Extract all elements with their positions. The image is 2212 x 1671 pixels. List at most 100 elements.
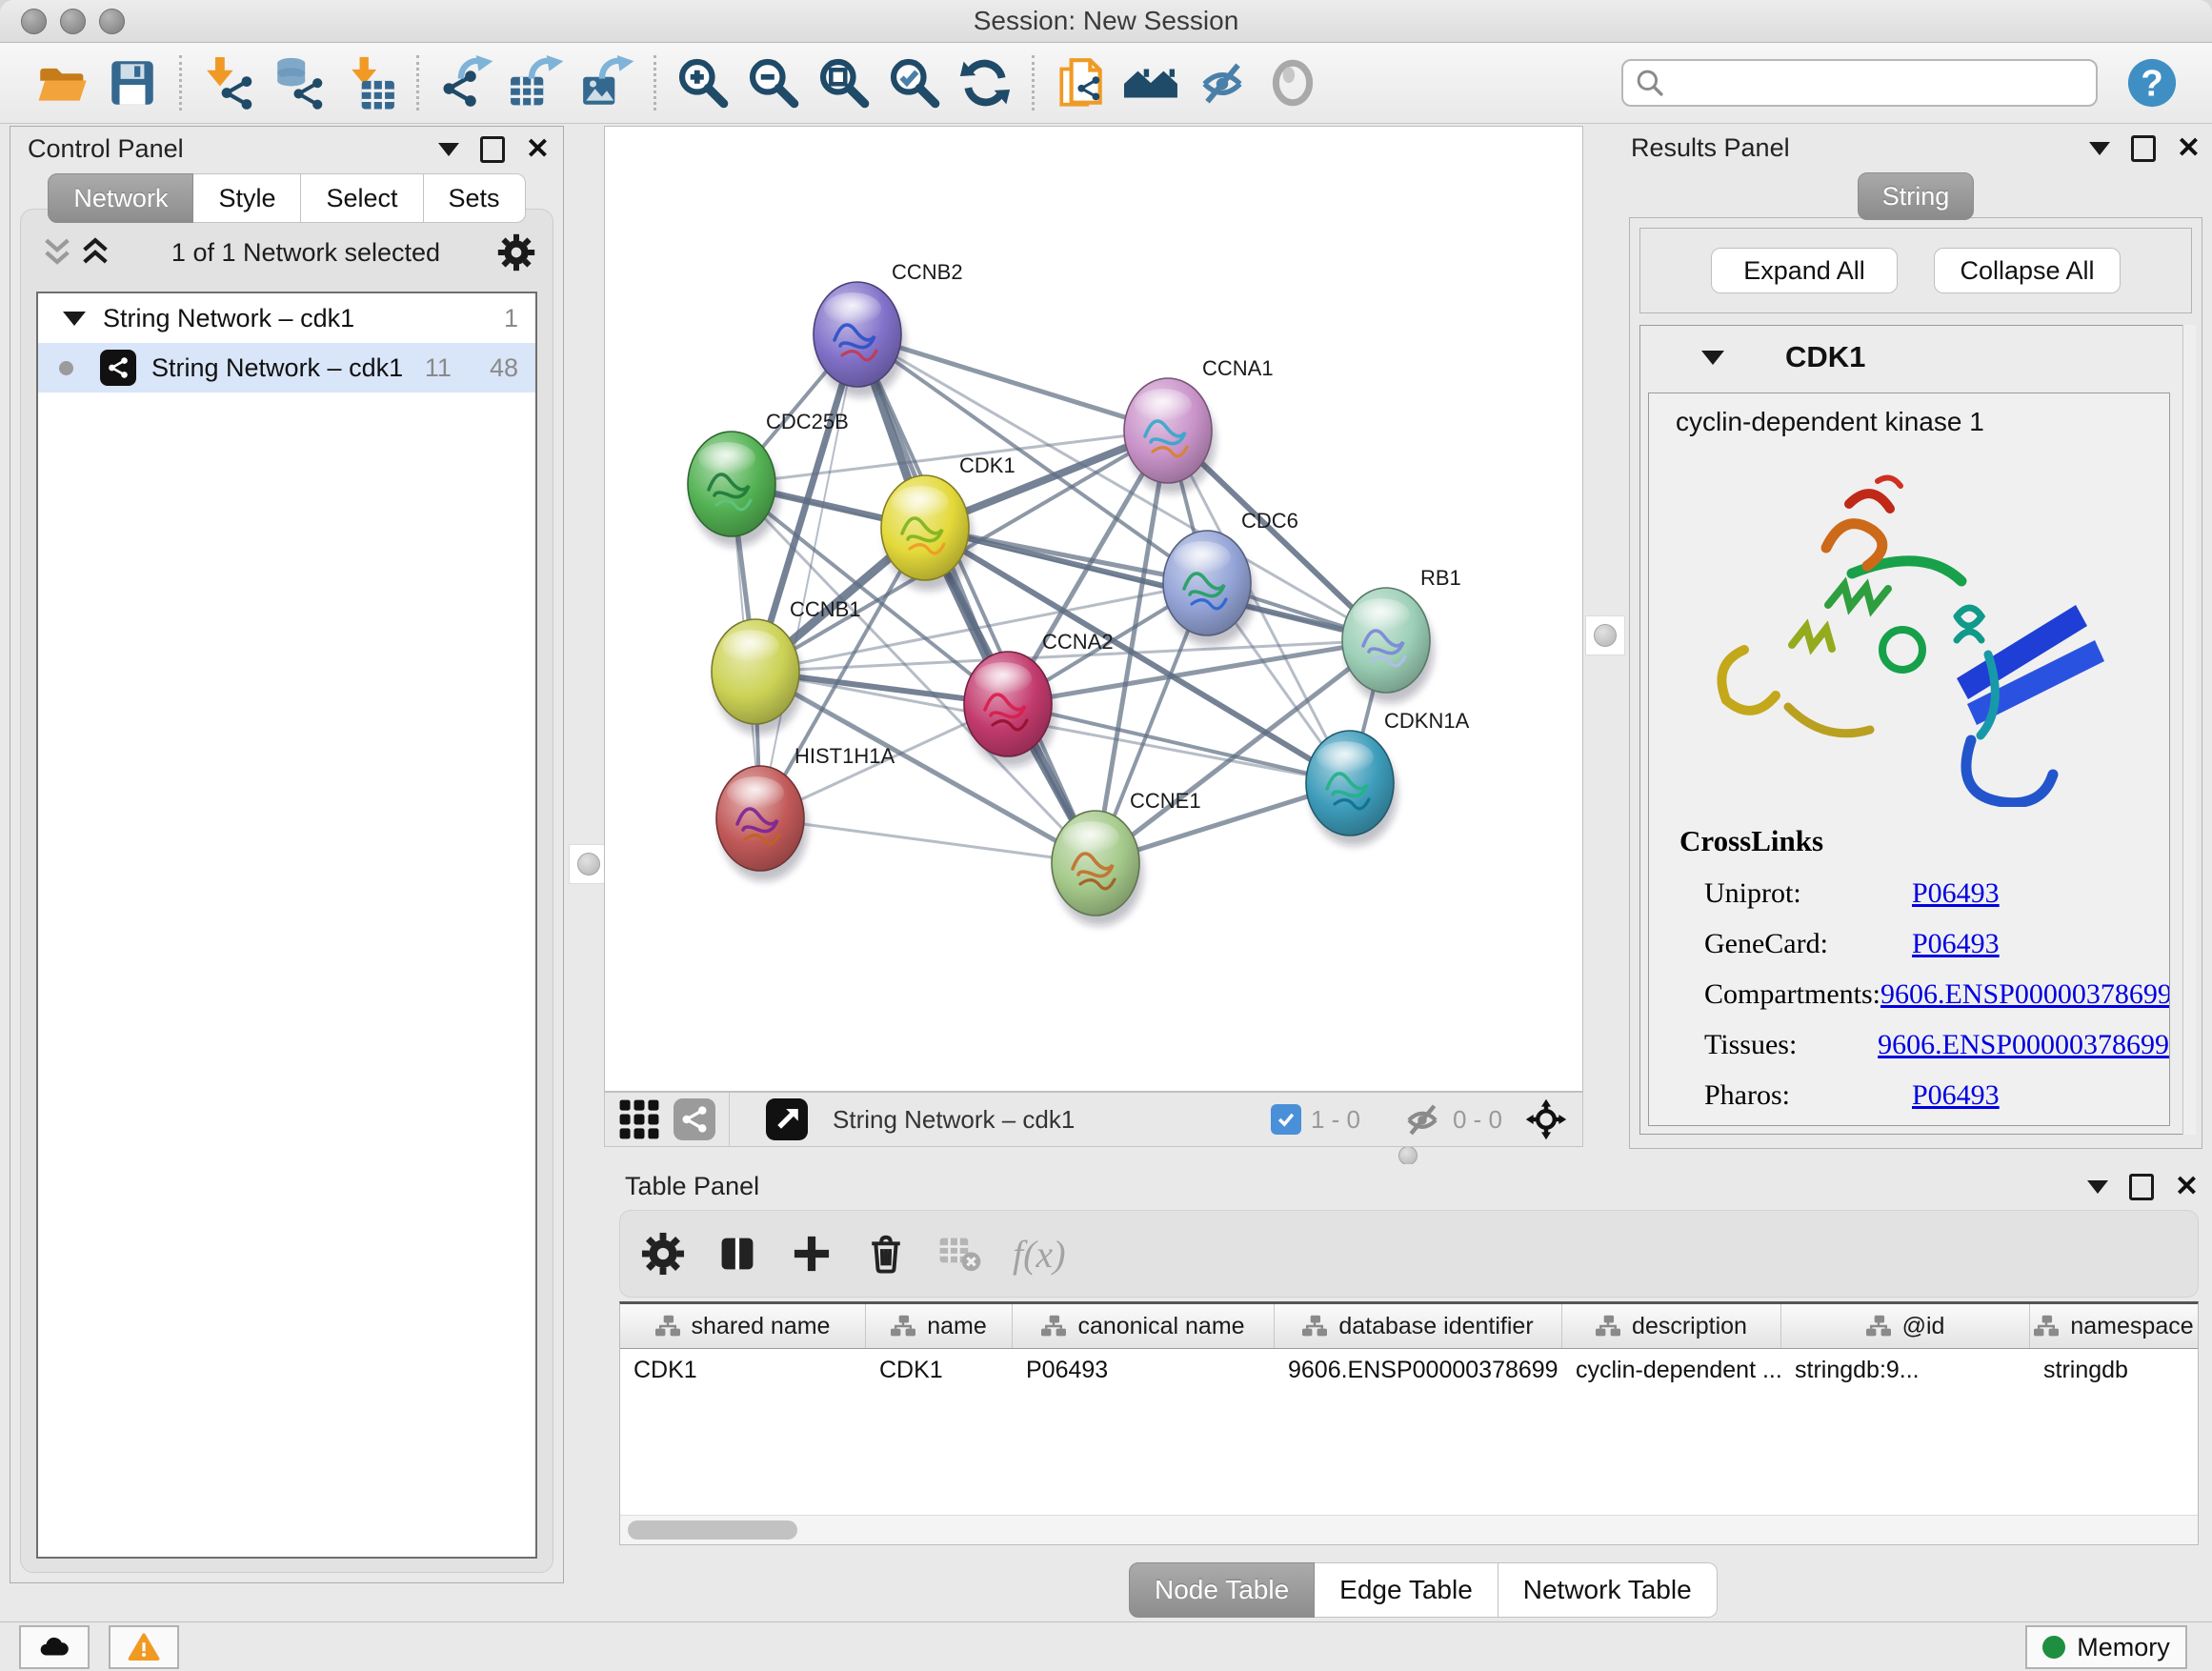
export-table-button[interactable] bbox=[501, 49, 572, 117]
network-row[interactable]: String Network – cdk1 11 48 bbox=[38, 343, 535, 393]
node-result-section: CDK1 cyclin-dependent kinase 1 bbox=[1639, 325, 2192, 1135]
right-divider-grip[interactable] bbox=[1585, 615, 1625, 655]
crosslink-row: Pharos: P06493 bbox=[1679, 1070, 2169, 1120]
network-graph[interactable] bbox=[605, 127, 1582, 1091]
crosslink-link[interactable]: P06493 bbox=[1912, 918, 2000, 969]
crosslink-link[interactable]: 9606.ENSP00000378699 bbox=[1880, 969, 2170, 1019]
export-image-icon bbox=[579, 55, 634, 111]
network-edge[interactable] bbox=[857, 334, 1096, 863]
network-node-count: 11 bbox=[425, 353, 452, 383]
zoom-selected-icon bbox=[887, 55, 942, 111]
network-edge[interactable] bbox=[760, 818, 1096, 863]
tab-network-table[interactable]: Network Table bbox=[1498, 1562, 1718, 1618]
tab-style[interactable]: Style bbox=[193, 173, 301, 223]
save-icon bbox=[105, 55, 160, 111]
collapse-all-button[interactable]: Collapse All bbox=[1934, 248, 2121, 293]
table-panel-menu-icon[interactable] bbox=[2087, 1180, 2108, 1194]
import-network-database-button[interactable] bbox=[264, 49, 334, 117]
expand-all-icon[interactable] bbox=[76, 236, 114, 269]
save-session-button[interactable] bbox=[97, 49, 168, 117]
tab-string[interactable]: String bbox=[1858, 172, 1974, 220]
memory-button[interactable]: Memory bbox=[2025, 1625, 2187, 1669]
zoom-out-button[interactable] bbox=[738, 49, 809, 117]
horizontal-divider-grip[interactable] bbox=[1387, 1145, 1429, 1166]
crosshair-icon[interactable] bbox=[1525, 1098, 1567, 1140]
control-panel-menu-icon[interactable] bbox=[438, 143, 459, 156]
left-divider-grip[interactable] bbox=[569, 844, 609, 884]
zoom-in-button[interactable] bbox=[668, 49, 738, 117]
network-options-gear-icon[interactable] bbox=[497, 233, 535, 272]
column-header[interactable]: @id bbox=[1781, 1304, 2030, 1348]
table-options-gear-icon[interactable] bbox=[641, 1232, 685, 1276]
column-header[interactable]: description bbox=[1562, 1304, 1781, 1348]
crosslink-link[interactable]: 9606.ENSP00000378699 bbox=[1878, 1019, 2169, 1070]
results-scrollbar[interactable] bbox=[2182, 325, 2196, 1135]
control-panel-float-icon[interactable] bbox=[480, 136, 505, 163]
collapse-all-icon[interactable] bbox=[38, 236, 76, 269]
results-panel-menu-icon[interactable] bbox=[2089, 142, 2110, 155]
tab-sets[interactable]: Sets bbox=[424, 173, 526, 223]
tab-node-table[interactable]: Node Table bbox=[1129, 1562, 1315, 1618]
open-folder-icon bbox=[34, 55, 90, 111]
scrollbar-thumb[interactable] bbox=[628, 1520, 797, 1540]
warnings-button[interactable] bbox=[109, 1625, 179, 1669]
zoom-fit-button[interactable] bbox=[809, 49, 879, 117]
column-header[interactable]: canonical name bbox=[1013, 1304, 1275, 1348]
houses-button[interactable] bbox=[1116, 49, 1187, 117]
separator bbox=[729, 1093, 730, 1146]
delete-column-trash-icon[interactable] bbox=[864, 1232, 908, 1276]
collection-label: String Network – cdk1 bbox=[103, 304, 354, 333]
results-panel-close-icon[interactable]: ✕ bbox=[2177, 138, 2201, 159]
network-view-icon[interactable] bbox=[674, 1098, 715, 1140]
tab-network[interactable]: Network bbox=[48, 173, 193, 223]
node-label-cdkn1a: CDKN1A bbox=[1384, 709, 1469, 734]
show-columns-icon[interactable] bbox=[715, 1232, 759, 1276]
node-label-ccna1: CCNA1 bbox=[1202, 356, 1274, 381]
tab-select[interactable]: Select bbox=[301, 173, 423, 223]
control-panel-close-icon[interactable]: ✕ bbox=[526, 139, 550, 160]
network-collection-row[interactable]: String Network – cdk1 1 bbox=[38, 293, 535, 343]
help-button[interactable]: ? bbox=[2126, 57, 2178, 109]
table-panel-close-icon[interactable]: ✕ bbox=[2175, 1177, 2199, 1198]
control-panel-title: Control Panel bbox=[28, 134, 184, 164]
table-horizontal-scrollbar[interactable] bbox=[620, 1515, 2198, 1544]
network-from-selection-button[interactable] bbox=[1046, 49, 1116, 117]
export-image-button[interactable] bbox=[572, 49, 642, 117]
column-header[interactable]: namespace bbox=[2030, 1304, 2198, 1348]
search-field-container bbox=[1621, 59, 2098, 107]
crosslink-label: Tissues: bbox=[1704, 1019, 1878, 1070]
eye-disabled-icon bbox=[1265, 55, 1320, 111]
selected-nodes-checkbox[interactable] bbox=[1271, 1104, 1301, 1135]
memory-label: Memory bbox=[2077, 1633, 2170, 1662]
hide-selected-button[interactable] bbox=[1187, 49, 1257, 117]
table-panel-float-icon[interactable] bbox=[2129, 1174, 2154, 1200]
tab-edge-table[interactable]: Edge Table bbox=[1315, 1562, 1498, 1618]
grid-view-icon[interactable] bbox=[618, 1098, 660, 1140]
crosslink-link[interactable]: P06493 bbox=[1912, 1070, 2000, 1120]
crosslink-link[interactable]: P06493 bbox=[1912, 868, 2000, 918]
hidden-items-eye-slash-icon[interactable] bbox=[1401, 1098, 1443, 1140]
birds-eye-view-icon[interactable] bbox=[766, 1098, 808, 1140]
refresh-view-button[interactable] bbox=[950, 49, 1020, 117]
add-column-icon[interactable] bbox=[790, 1232, 834, 1276]
search-input[interactable] bbox=[1621, 59, 2098, 107]
open-session-button[interactable] bbox=[27, 49, 97, 117]
import-network-file-button[interactable] bbox=[193, 49, 264, 117]
column-header[interactable]: database identifier bbox=[1275, 1304, 1562, 1348]
expand-all-button[interactable]: Expand All bbox=[1711, 248, 1898, 293]
table-row[interactable]: CDK1 CDK1 P06493 9606.ENSP00000378699 cy… bbox=[620, 1349, 2198, 1391]
search-icon bbox=[1635, 68, 1667, 100]
cloud-status-button[interactable] bbox=[19, 1625, 90, 1669]
results-panel-float-icon[interactable] bbox=[2131, 135, 2156, 162]
network-canvas[interactable]: CCNB2CCNA1CDC25BCDK1CDC6RB1CCNB1CCNA2CDK… bbox=[604, 126, 1583, 1092]
section-collapse-icon[interactable] bbox=[1701, 351, 1724, 365]
export-network-button[interactable] bbox=[431, 49, 501, 117]
results-panel: Results Panel ✕ String Expand All Collap… bbox=[1625, 126, 2206, 1149]
network-edge[interactable] bbox=[1008, 704, 1350, 783]
collection-expand-icon[interactable] bbox=[63, 312, 86, 326]
import-table-file-button[interactable] bbox=[334, 49, 405, 117]
column-header[interactable]: name bbox=[866, 1304, 1013, 1348]
column-header[interactable]: shared name bbox=[620, 1304, 866, 1348]
zoom-selected-button[interactable] bbox=[879, 49, 950, 117]
network-tree: String Network – cdk1 1 String Network –… bbox=[36, 292, 537, 1559]
